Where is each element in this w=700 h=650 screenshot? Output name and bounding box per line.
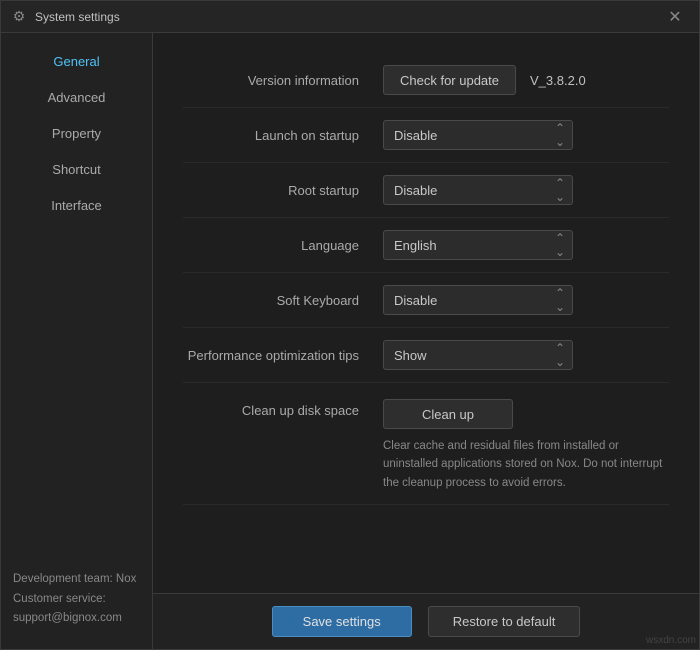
restore-default-button[interactable]: Restore to default [428, 606, 581, 637]
soft-keyboard-label: Soft Keyboard [183, 293, 383, 308]
cleanup-button[interactable]: Clean up [383, 399, 513, 429]
perf-tips-label: Performance optimization tips [183, 348, 383, 363]
sidebar-item-shortcut[interactable]: Shortcut [1, 151, 152, 187]
setting-row-version: Version information Check for update V_3… [183, 53, 669, 108]
root-startup-control: Disable Enable ⌃⌄ [383, 175, 669, 205]
cleanup-description: Clear cache and residual files from inst… [383, 437, 669, 492]
title-bar: ⚙ System settings ✕ [1, 1, 699, 33]
launch-startup-label: Launch on startup [183, 128, 383, 143]
perf-tips-select[interactable]: Show Hide [383, 340, 573, 370]
close-button[interactable]: ✕ [661, 3, 689, 31]
setting-row-root-startup: Root startup Disable Enable ⌃⌄ [183, 163, 669, 218]
check-update-button[interactable]: Check for update [383, 65, 516, 95]
version-label: Version information [183, 73, 383, 88]
perf-tips-control: Show Hide ⌃⌄ [383, 340, 669, 370]
launch-startup-control: Disable Enable ⌃⌄ [383, 120, 669, 150]
launch-startup-select[interactable]: Disable Enable [383, 120, 573, 150]
setting-row-cleanup: Clean up disk space Clean up Clear cache… [183, 383, 669, 505]
language-select[interactable]: English Chinese Japanese Korean [383, 230, 573, 260]
sidebar-footer: Development team: Nox Customer service: … [1, 554, 152, 649]
version-control: Check for update V_3.8.2.0 [383, 65, 669, 95]
support-email: support@bignox.com [13, 609, 140, 629]
sidebar-item-advanced[interactable]: Advanced [1, 79, 152, 115]
setting-row-launch-startup: Launch on startup Disable Enable ⌃⌄ [183, 108, 669, 163]
cleanup-label: Clean up disk space [183, 399, 383, 418]
cleanup-control: Clean up Clear cache and residual files … [383, 399, 669, 492]
setting-row-perf-tips: Performance optimization tips Show Hide … [183, 328, 669, 383]
customer-service-label: Customer service: [13, 590, 140, 610]
bottom-toolbar: Save settings Restore to default [153, 593, 699, 649]
sidebar-item-property[interactable]: Property [1, 115, 152, 151]
dev-team-label: Development team: Nox [13, 570, 140, 590]
language-label: Language [183, 238, 383, 253]
settings-scroll[interactable]: Version information Check for update V_3… [153, 33, 699, 593]
sidebar-item-general[interactable]: General [1, 43, 152, 79]
save-settings-button[interactable]: Save settings [272, 606, 412, 637]
soft-keyboard-select[interactable]: Disable Enable [383, 285, 573, 315]
setting-row-soft-keyboard: Soft Keyboard Disable Enable ⌃⌄ [183, 273, 669, 328]
soft-keyboard-control: Disable Enable ⌃⌄ [383, 285, 669, 315]
system-settings-window: ⚙ System settings ✕ General Advanced Pro… [0, 0, 700, 650]
window-title: System settings [35, 10, 661, 24]
gear-icon: ⚙ [11, 9, 27, 25]
sidebar-item-interface[interactable]: Interface [1, 187, 152, 223]
root-startup-select[interactable]: Disable Enable [383, 175, 573, 205]
version-text: V_3.8.2.0 [530, 73, 586, 88]
sidebar: General Advanced Property Shortcut Inter… [1, 33, 153, 649]
root-startup-label: Root startup [183, 183, 383, 198]
main-panel: Version information Check for update V_3… [153, 33, 699, 649]
setting-row-language: Language English Chinese Japanese Korean… [183, 218, 669, 273]
language-control: English Chinese Japanese Korean ⌃⌄ [383, 230, 669, 260]
sidebar-nav: General Advanced Property Shortcut Inter… [1, 33, 152, 554]
content-area: General Advanced Property Shortcut Inter… [1, 33, 699, 649]
